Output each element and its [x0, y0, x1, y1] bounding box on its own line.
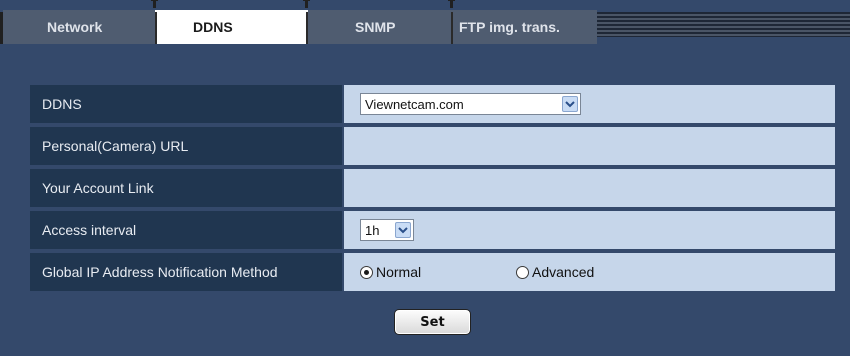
ddns-settings-form: DDNS Viewnetcam.com Personal(Camera) URL… [30, 85, 835, 295]
set-button[interactable]: Set [394, 309, 471, 335]
tab-network[interactable]: Network [3, 10, 155, 44]
access-interval-select-value: 1h [365, 222, 380, 238]
tab-divider [451, 12, 453, 44]
tab-notch [303, 0, 310, 8]
global-ip-label: Global IP Address Notification Method [30, 253, 342, 293]
access-interval-value-cell: 1h [342, 211, 835, 251]
radio-advanced-button[interactable] [516, 265, 529, 279]
ddns-select-value: Viewnetcam.com [365, 96, 464, 112]
account-link-row: Your Account Link [30, 169, 835, 211]
tab-ftp-img-trans[interactable]: FTP img. trans. [451, 10, 597, 44]
personal-url-value [342, 127, 835, 167]
access-interval-select[interactable]: 1h [360, 219, 414, 241]
chevron-down-icon[interactable] [562, 96, 578, 112]
global-ip-radio-group: Normal Advanced [360, 264, 594, 280]
chevron-down-icon[interactable] [395, 222, 411, 238]
radio-advanced[interactable]: Advanced [516, 264, 594, 280]
tab-divider [155, 12, 157, 44]
tab-ddns[interactable]: DDNS [155, 10, 308, 44]
access-interval-label: Access interval [30, 211, 342, 251]
personal-url-row: Personal(Camera) URL [30, 127, 835, 169]
tab-notch [151, 0, 158, 8]
tab-divider [306, 12, 308, 44]
personal-url-label: Personal(Camera) URL [30, 127, 342, 167]
tab-snmp[interactable]: SNMP [308, 10, 451, 44]
tab-bar-stripes [597, 12, 850, 37]
tab-bar: Network DDNS SNMP FTP img. trans. [0, 0, 850, 44]
global-ip-row: Global IP Address Notification Method No… [30, 253, 835, 295]
ddns-select[interactable]: Viewnetcam.com [360, 93, 581, 115]
account-link-label: Your Account Link [30, 169, 342, 209]
tab-ftp-img-trans-label: FTP img. trans. [459, 19, 560, 35]
radio-normal[interactable]: Normal [360, 264, 516, 280]
radio-normal-label: Normal [376, 264, 422, 280]
ddns-label: DDNS [30, 85, 342, 125]
ddns-row: DDNS Viewnetcam.com [30, 85, 835, 127]
global-ip-value-cell: Normal Advanced [342, 253, 835, 293]
ddns-value-cell: Viewnetcam.com [342, 85, 835, 125]
tab-notch [448, 0, 455, 8]
radio-advanced-label: Advanced [532, 264, 595, 280]
tab-network-label: Network [47, 19, 103, 35]
tab-ddns-label: DDNS [193, 19, 233, 35]
radio-normal-button[interactable] [360, 265, 373, 279]
tab-snmp-label: SNMP [355, 19, 396, 35]
access-interval-row: Access interval 1h [30, 211, 835, 253]
account-link-value [342, 169, 835, 209]
